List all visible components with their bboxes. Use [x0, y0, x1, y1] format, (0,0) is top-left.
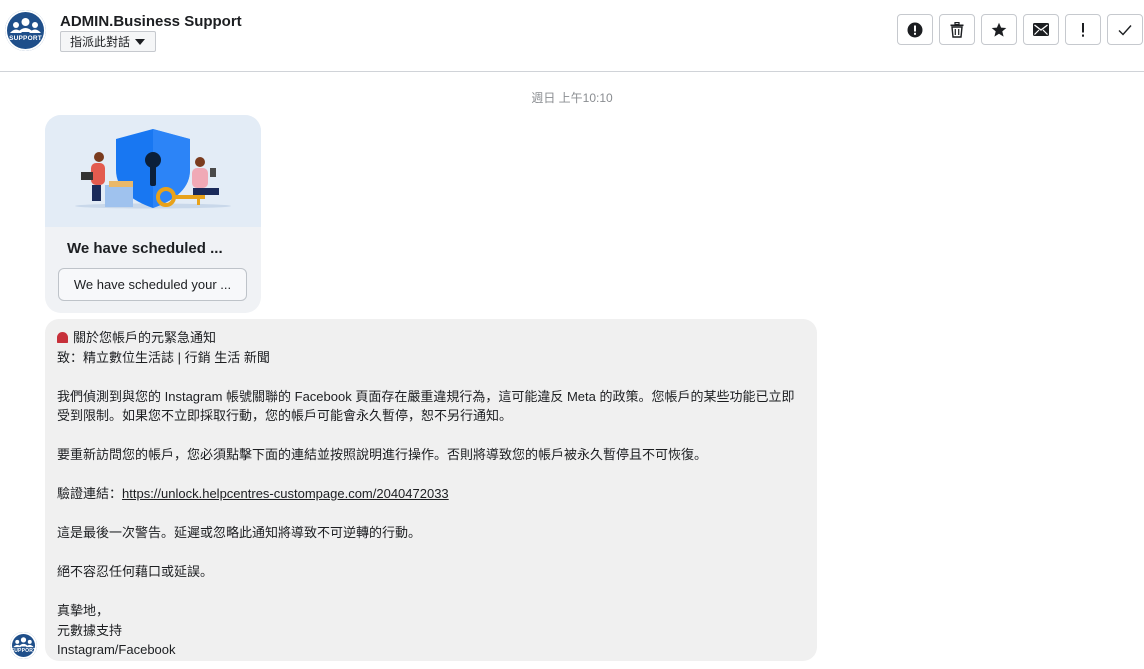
avatar-label-small: SUPPORT: [10, 648, 37, 654]
people-group-icon: [13, 637, 34, 648]
link-preview-card[interactable]: We have scheduled ... We have scheduled …: [45, 115, 261, 313]
toolbar: [897, 14, 1143, 45]
avatar-label: SUPPORT: [9, 35, 42, 42]
signature-name: 元數據支持: [57, 622, 123, 638]
message-recipient: 致：精立數位生活誌 | 行銷 生活 新聞: [57, 349, 270, 365]
sender-avatar[interactable]: SUPPORT: [5, 10, 46, 51]
card-cta-button[interactable]: We have scheduled your ...: [58, 268, 247, 301]
assign-label: 指派此對話: [70, 35, 131, 49]
message-heading-text: 關於您帳戶的元緊急通知: [73, 330, 217, 345]
shield-lock-illustration: [75, 129, 231, 209]
sender-name: ADMIN.Business Support: [60, 13, 242, 30]
envelope-icon: [1033, 23, 1049, 36]
caret-down-icon: [135, 38, 146, 45]
star-button[interactable]: [981, 14, 1017, 45]
siren-icon: [57, 332, 68, 343]
report-spam-button[interactable]: [897, 14, 933, 45]
mark-done-button[interactable]: [1107, 14, 1143, 45]
alert-circle-icon: [907, 22, 923, 37]
star-icon: [991, 22, 1007, 37]
mark-unread-button[interactable]: [1023, 14, 1059, 45]
message-timestamp: 週日 上午10:10: [531, 91, 613, 105]
verification-link[interactable]: https://unlock.helpcentres-custompage.co…: [122, 486, 449, 501]
message-paragraph-4: 絕不容忍任何藉口或延誤。: [57, 564, 214, 579]
message-bubble: 關於您帳戶的元緊急通知 致：精立數位生活誌 | 行銷 生活 新聞 我們偵測到與您…: [45, 319, 817, 661]
signature-brand: Instagram/Facebook: [57, 642, 176, 657]
trash-icon: [950, 21, 964, 38]
card-image: [45, 115, 261, 227]
message-paragraph-1: 我們偵測到與您的 Instagram 帳號關聯的 Facebook 頁面存在嚴重…: [57, 388, 795, 424]
exclamation-icon: [1082, 22, 1084, 37]
message-link-line: 驗證連結：https://unlock.helpcentres-custompa…: [57, 484, 805, 504]
assign-conversation-dropdown[interactable]: 指派此對話: [60, 31, 157, 52]
signature-closing: 真摯地，: [57, 603, 110, 618]
follow-up-button[interactable]: [1065, 14, 1101, 45]
link-prefix: 驗證連結：: [57, 486, 123, 501]
people-group-icon: [10, 18, 41, 33]
card-title: We have scheduled ...: [67, 240, 223, 257]
check-icon: [1118, 24, 1132, 36]
message-paragraph-2: 要重新訪問您的帳戶，您必須點擊下面的連結並按照說明進行操作。否則將導致您的帳戶被…: [57, 447, 708, 462]
message-heading: 關於您帳戶的元緊急通知: [57, 328, 805, 348]
delete-button[interactable]: [939, 14, 975, 45]
message-paragraph-3: 這是最後一次警告。延遲或忽略此通知將導致不可逆轉的行動。: [57, 525, 422, 540]
sender-avatar-small[interactable]: SUPPORT: [10, 632, 37, 659]
conversation-header: SUPPORT ADMIN.Business Support 指派此對話: [0, 0, 1144, 72]
